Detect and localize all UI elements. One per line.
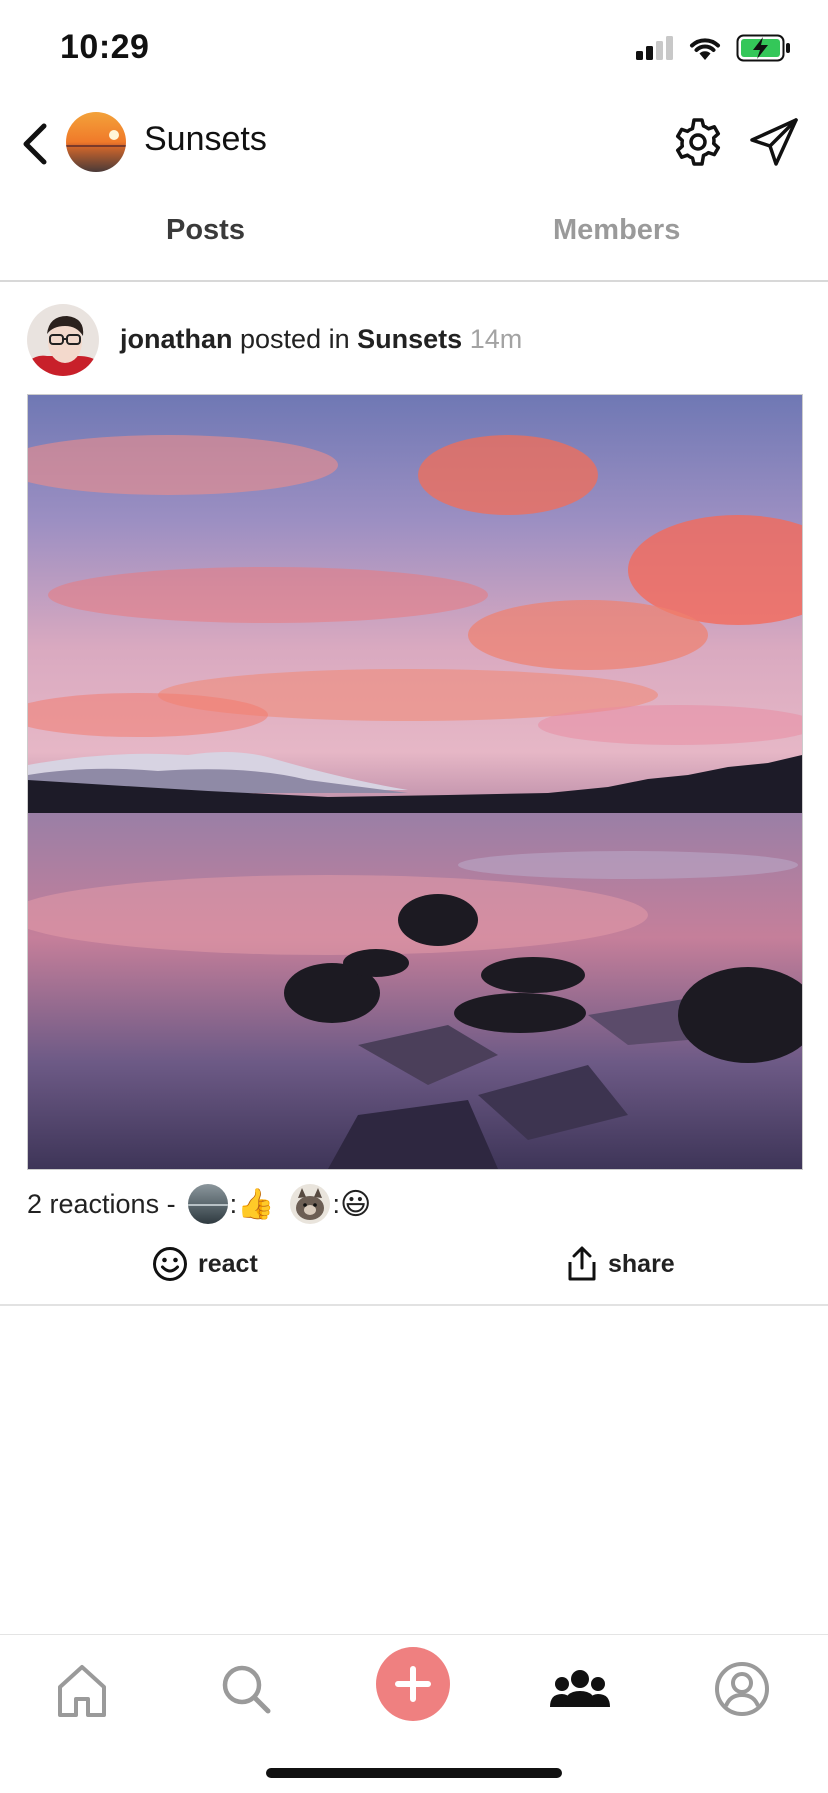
wifi-icon xyxy=(690,38,720,60)
share-button[interactable]: share xyxy=(566,1246,675,1282)
battery-charging-icon xyxy=(736,34,790,62)
search-icon[interactable] xyxy=(216,1659,276,1719)
status-icons xyxy=(636,34,792,62)
react-label: react xyxy=(198,1249,258,1278)
status-time: 10:29 xyxy=(60,28,150,66)
post-timestamp: 14m xyxy=(469,324,523,354)
react-button[interactable]: react xyxy=(152,1246,258,1282)
cellular-signal-icon xyxy=(636,36,673,60)
tab-members[interactable]: Members xyxy=(553,214,680,247)
home-indicator xyxy=(266,1768,562,1778)
reaction-emoji: 👍 xyxy=(237,1187,275,1221)
reactor-avatar xyxy=(290,1184,331,1224)
post-group[interactable]: Sunsets xyxy=(357,324,462,354)
group-tabs: Posts Members xyxy=(0,192,828,282)
post-meta: jonathan posted in Sunsets 14m xyxy=(120,324,522,355)
plus-icon xyxy=(395,1666,431,1702)
group-header: Sunsets xyxy=(0,96,828,192)
post-actions: react share xyxy=(0,1240,828,1306)
profile-icon[interactable] xyxy=(712,1659,772,1719)
post-photo[interactable] xyxy=(0,394,828,1170)
reactor-avatar xyxy=(187,1184,228,1224)
group-avatar[interactable] xyxy=(66,112,126,172)
back-arrow-icon[interactable] xyxy=(16,118,64,170)
group-title: Sunsets xyxy=(144,120,267,158)
post-author[interactable]: jonathan xyxy=(120,324,233,354)
reactions-count: 2 reactions - xyxy=(27,1188,176,1219)
post-header: jonathan posted in Sunsets 14m xyxy=(0,300,828,384)
status-bar: 10:29 xyxy=(0,0,828,96)
reactions-summary[interactable]: 2 reactions - : 👍 : 😃 xyxy=(27,1180,375,1228)
share-label: share xyxy=(608,1249,675,1278)
post-action: posted in xyxy=(240,324,350,354)
tab-posts[interactable]: Posts xyxy=(166,214,245,247)
groups-icon[interactable] xyxy=(548,1661,612,1721)
author-avatar[interactable] xyxy=(27,304,99,376)
gear-icon[interactable] xyxy=(670,114,726,170)
share-icon xyxy=(568,1246,596,1281)
add-post-button[interactable] xyxy=(376,1647,450,1721)
send-paper-plane-icon[interactable] xyxy=(746,114,802,170)
reaction-emoji: 😃 xyxy=(339,1187,372,1221)
home-icon[interactable] xyxy=(52,1661,112,1721)
smiley-icon xyxy=(153,1247,187,1281)
